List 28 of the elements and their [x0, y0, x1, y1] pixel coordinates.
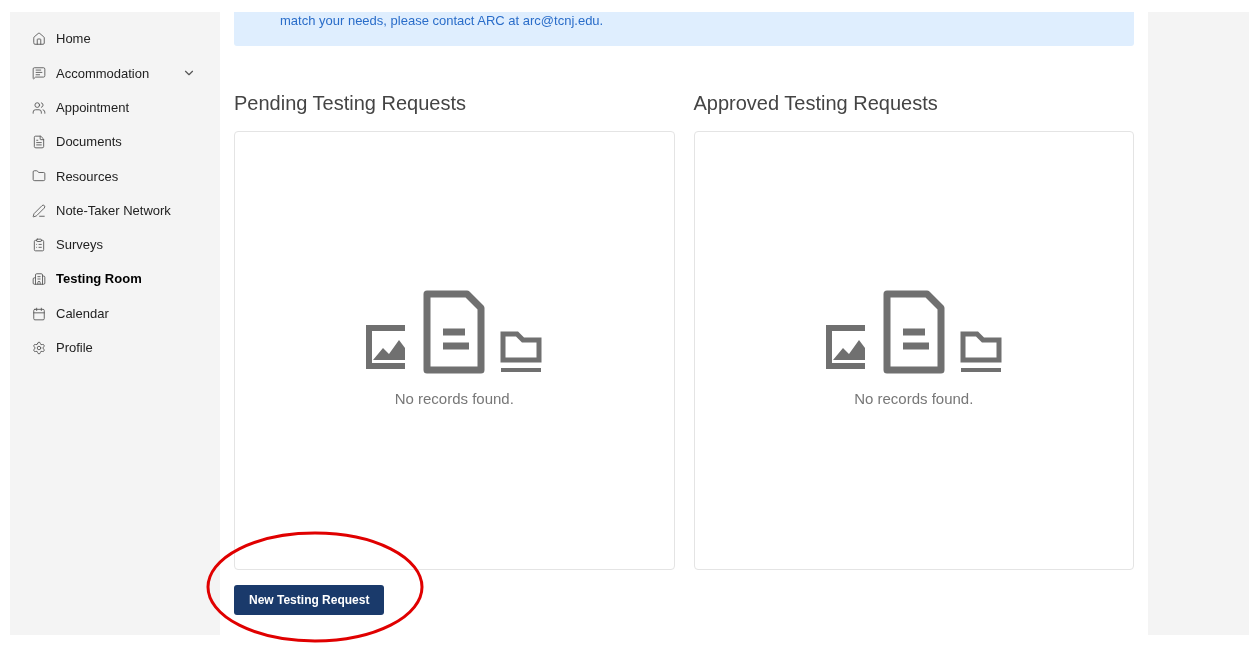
sidebar-item[interactable]: Accommodation	[10, 56, 220, 91]
sidebar-item[interactable]: Documents	[10, 124, 220, 160]
people-icon	[32, 100, 46, 115]
folder-icon	[32, 169, 46, 184]
sidebar-item[interactable]: Surveys	[10, 227, 220, 263]
sidebar-item[interactable]: Appointment	[10, 90, 220, 125]
document-icon	[32, 135, 46, 150]
sidebar-item[interactable]: Testing Room	[10, 262, 220, 297]
sidebar-item[interactable]: Home	[10, 22, 220, 57]
clipboard-icon	[32, 237, 46, 252]
home-icon	[32, 32, 46, 47]
message-icon	[32, 66, 46, 81]
building-icon	[32, 272, 46, 287]
calendar-icon	[32, 306, 46, 321]
pen-icon	[32, 203, 46, 218]
panel-title: Pending Testing Requests	[234, 91, 467, 116]
panel-title: Approved Testing Requests	[693, 91, 939, 116]
sidebar-item[interactable]: Profile	[10, 330, 220, 365]
sidebar-item[interactable]: Calendar	[10, 296, 220, 331]
notice-text: match your needs, please contact ARC at arc@tcnj.edu.	[280, 13, 605, 28]
new-testing-request-button[interactable]: New Testing Request	[234, 585, 385, 615]
sidebar-item[interactable]: Note-Taker Network	[10, 193, 220, 228]
sidebar-item[interactable]: Resources	[10, 159, 220, 194]
empty-message: No records found.	[394, 389, 514, 410]
empty-message: No records found.	[854, 389, 974, 410]
empty-records-icon	[824, 290, 1003, 377]
settings-icon	[32, 340, 46, 355]
empty-records-icon	[365, 290, 544, 377]
